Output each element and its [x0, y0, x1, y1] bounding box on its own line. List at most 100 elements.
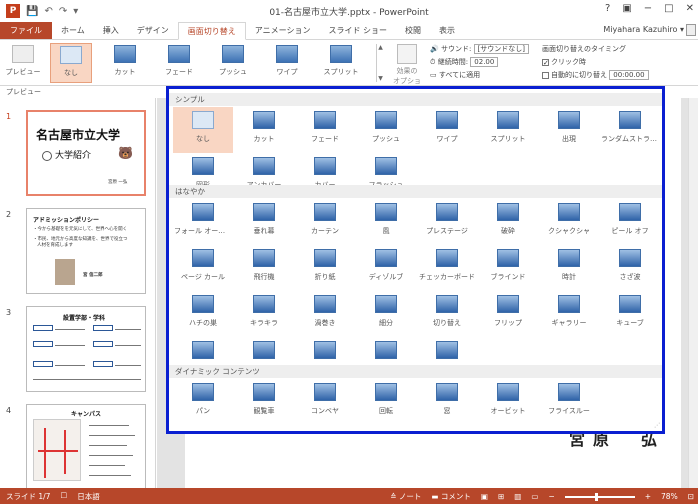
slide-thumbnail-1[interactable]: 名古屋市立大学 大学紹介 🐻 宮原 一弘 — [26, 110, 146, 196]
language-indicator[interactable]: 日本語 — [77, 491, 100, 502]
sound-select[interactable]: [サウンドなし] — [473, 44, 530, 54]
gallery-transition-item[interactable]: フリップ — [478, 291, 538, 337]
gallery-transition-item[interactable]: フライスルー — [539, 379, 599, 425]
gallery-transition-item[interactable]: 回転 — [356, 379, 416, 425]
close-button[interactable]: ✕ — [686, 3, 694, 14]
gallery-transition-item[interactable]: ブラインド — [478, 245, 538, 291]
sorter-view-icon[interactable]: ⊞ — [498, 492, 504, 501]
transition-wipe-button[interactable]: ワイプ — [266, 43, 308, 83]
zoom-in-icon[interactable]: + — [645, 492, 651, 501]
gallery-transition-item[interactable]: コンベヤ — [295, 379, 355, 425]
gallery-transition-item[interactable]: 垂れ幕 — [234, 199, 294, 245]
normal-view-icon[interactable]: ▣ — [481, 492, 488, 501]
vertical-scrollbar[interactable] — [688, 98, 698, 488]
gallery-transition-item[interactable]: チェッカーボード — [417, 245, 477, 291]
gallery-transition-item[interactable]: プレステージ — [417, 199, 477, 245]
transition-none-button[interactable]: なし — [50, 43, 92, 83]
gallery-transition-item[interactable]: プッシュ — [356, 107, 416, 153]
gallery-transition-item[interactable]: ピール オフ — [600, 199, 660, 245]
transition-push-button[interactable]: プッシュ — [212, 43, 254, 83]
tab-file[interactable]: ファイル — [0, 22, 52, 39]
gallery-item-label: フライスルー — [548, 407, 590, 415]
help-icon[interactable]: ? — [605, 3, 610, 14]
gallery-transition-item[interactable]: ページ カール — [173, 245, 233, 291]
tab-animations[interactable]: アニメーション — [246, 22, 320, 39]
preview-button[interactable]: プレビュー — [2, 43, 44, 83]
gallery-transition-item[interactable]: ディゾルブ — [356, 245, 416, 291]
transition-cut-button[interactable]: カット — [104, 43, 146, 83]
gallery-transition-item[interactable]: パン — [173, 379, 233, 425]
gallery-transition-item[interactable]: ランダムストライプ — [600, 107, 660, 153]
duration-input[interactable]: 02.00 — [470, 57, 499, 67]
zoom-slider[interactable] — [564, 492, 635, 501]
auto-advance-input[interactable]: 00:00.00 — [609, 70, 649, 80]
gallery-transition-item[interactable]: クシャクシャ — [539, 199, 599, 245]
gallery-transition-item[interactable]: 切り替え — [417, 291, 477, 337]
gallery-transition-item[interactable]: ワイプ — [417, 107, 477, 153]
gallery-transition-item[interactable]: 風 — [356, 199, 416, 245]
gallery-transition-item[interactable]: カーテン — [295, 199, 355, 245]
gallery-transition-item[interactable]: フェード — [295, 107, 355, 153]
tab-view[interactable]: 表示 — [430, 22, 464, 39]
gallery-transition-item[interactable]: キラキラ — [234, 291, 294, 337]
undo-icon[interactable]: ↶ — [44, 6, 52, 17]
gallery-transition-item[interactable]: フォール オーバー — [173, 199, 233, 245]
save-icon[interactable]: 💾 — [26, 6, 38, 17]
comments-button[interactable]: ▬ コメント — [431, 491, 470, 502]
zoom-slider-thumb[interactable] — [594, 492, 598, 501]
avatar[interactable] — [686, 24, 696, 36]
ribbon-display-icon[interactable]: ▣ — [622, 3, 631, 14]
reading-view-icon[interactable]: ▥ — [514, 492, 521, 501]
resize-handle-icon[interactable]: ⋰ — [654, 422, 660, 429]
gallery-transition-item[interactable]: 出現 — [539, 107, 599, 153]
transition-fade-button[interactable]: フェード — [158, 43, 200, 83]
gallery-transition-item[interactable]: なし — [173, 107, 233, 153]
redo-icon[interactable]: ↷ — [59, 6, 67, 17]
user-name[interactable]: Miyahara Kazuhiro ▾ — [603, 25, 684, 34]
slide-thumbnail-4[interactable]: キャンパス — [26, 404, 146, 490]
customize-qat-icon[interactable]: ▾ — [73, 6, 78, 17]
gallery-item-label: フェード — [311, 135, 339, 143]
gallery-transition-item[interactable]: さざ波 — [600, 245, 660, 291]
notes-button[interactable]: ≙ ノート — [390, 491, 421, 502]
tab-review[interactable]: 校閲 — [396, 22, 430, 39]
gallery-scroll[interactable]: ▲ ▼ — [376, 44, 384, 82]
gallery-transition-item[interactable]: スプリット — [478, 107, 538, 153]
minimize-button[interactable]: − — [644, 3, 652, 14]
scroll-up-icon[interactable]: ▲ — [378, 44, 383, 51]
gallery-item-label: 風 — [382, 227, 390, 235]
slide-thumbnail-2[interactable]: アドミッションポリシー ・今から基礎をを元気にして、世界へ心を開く ・市民、地元… — [26, 208, 146, 294]
tab-transitions[interactable]: 画面切り替え — [177, 22, 246, 40]
transition-thumbnail-icon — [619, 203, 641, 221]
maximize-button[interactable]: □ — [664, 3, 673, 14]
slideshow-view-icon[interactable]: ▭ — [531, 492, 538, 501]
gallery-transition-item[interactable]: 飛行機 — [234, 245, 294, 291]
slide-thumbnail-3[interactable]: 設置学部・学科 — [26, 306, 146, 392]
gallery-transition-item[interactable]: 渦巻き — [295, 291, 355, 337]
on-click-checkbox[interactable] — [542, 58, 549, 66]
gallery-transition-item[interactable]: カット — [234, 107, 294, 153]
transition-split-button[interactable]: スプリット — [320, 43, 362, 83]
apply-all-button[interactable]: ▭ すべてに適用 — [430, 69, 529, 82]
gallery-transition-item[interactable]: 時計 — [539, 245, 599, 291]
tab-insert[interactable]: 挿入 — [94, 22, 128, 39]
gallery-transition-item[interactable]: 細分 — [356, 291, 416, 337]
tab-home[interactable]: ホーム — [52, 22, 94, 39]
gallery-transition-item[interactable]: 破砕 — [478, 199, 538, 245]
zoom-level[interactable]: 78% — [661, 492, 678, 501]
tab-slideshow[interactable]: スライド ショー — [319, 22, 396, 39]
gallery-transition-item[interactable]: 観覧車 — [234, 379, 294, 425]
gallery-transition-item[interactable]: 折り紙 — [295, 245, 355, 291]
gallery-transition-item[interactable]: オービット — [478, 379, 538, 425]
spellcheck-icon[interactable]: ☐ — [60, 491, 67, 502]
gallery-transition-item[interactable]: 窓 — [417, 379, 477, 425]
scroll-down-icon[interactable]: ▼ — [378, 75, 383, 82]
fit-slide-icon[interactable]: ⊡ — [688, 492, 694, 501]
gallery-transition-item[interactable]: ハチの巣 — [173, 291, 233, 337]
tab-design[interactable]: デザイン — [128, 22, 178, 39]
auto-advance-checkbox[interactable] — [542, 71, 549, 79]
effect-options-button[interactable]: 効果の オプション▾ — [390, 44, 424, 95]
gallery-transition-item[interactable]: ギャラリー — [539, 291, 599, 337]
gallery-transition-item[interactable]: キューブ — [600, 291, 660, 337]
zoom-out-icon[interactable]: − — [548, 492, 554, 501]
